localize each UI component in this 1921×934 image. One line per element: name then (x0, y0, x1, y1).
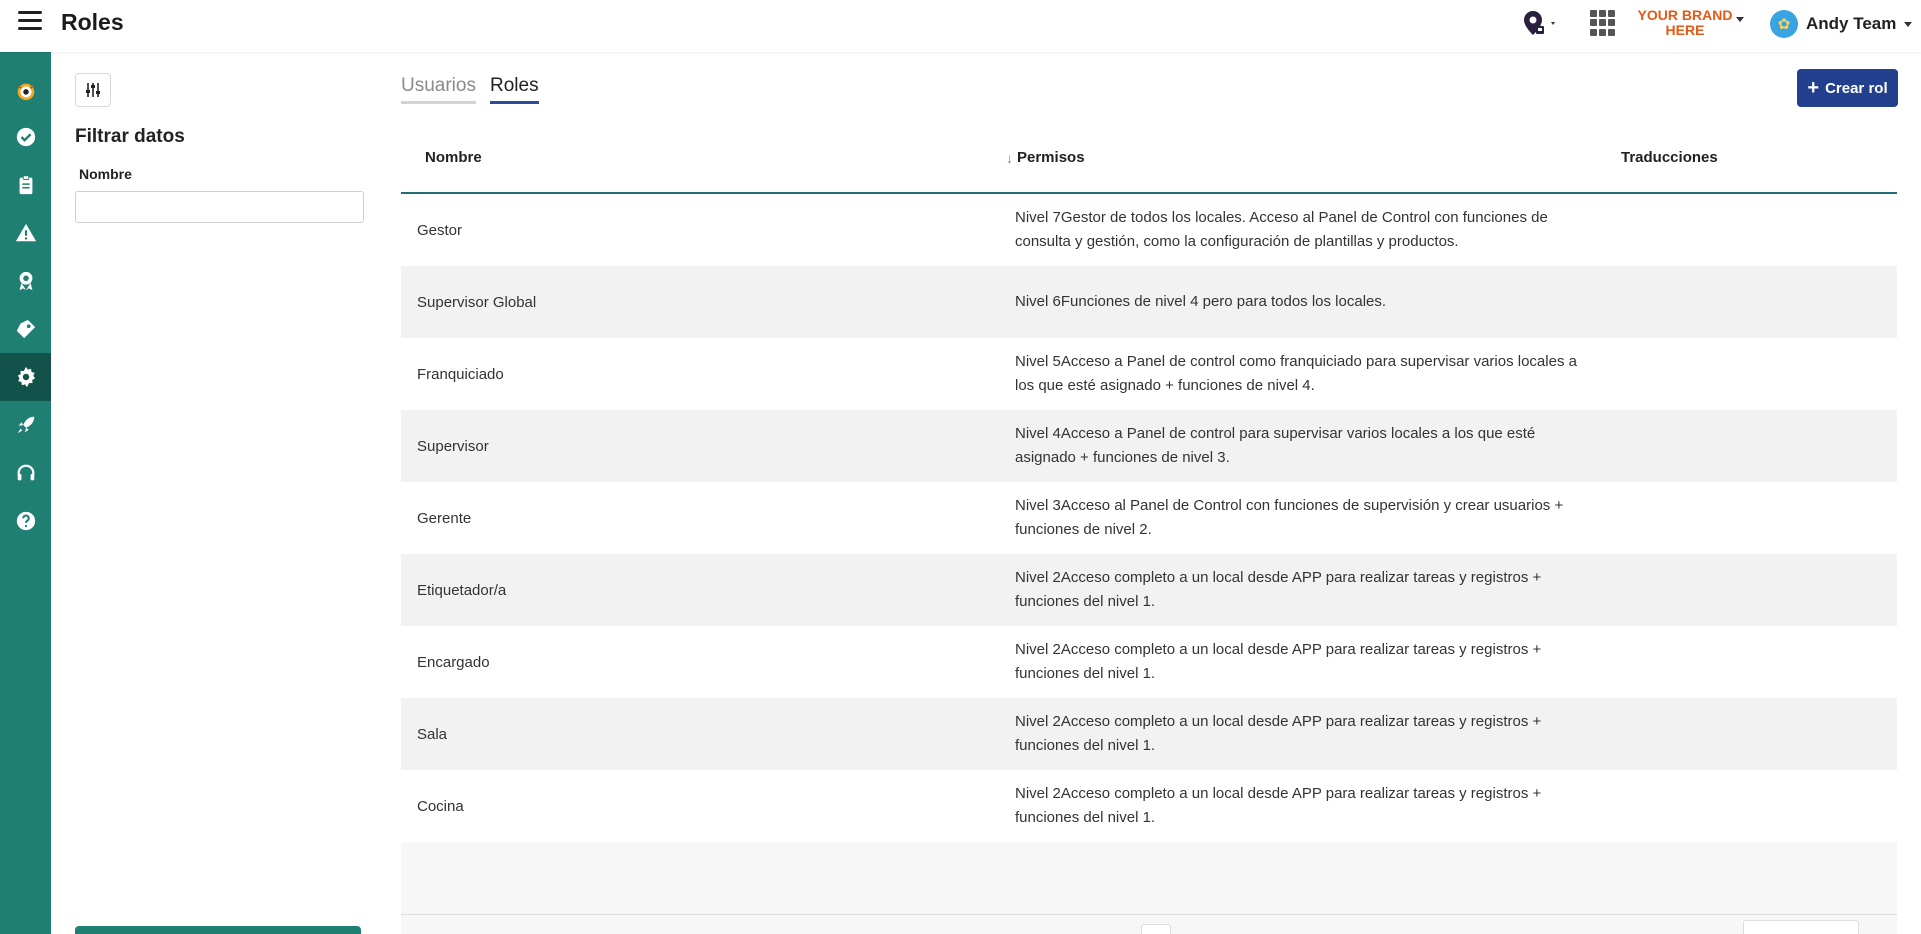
create-role-label: Crear rol (1825, 79, 1888, 97)
role-permissions-cell: Nivel 2Acceso completo a un local desde … (1015, 641, 1542, 682)
sidebar-item-launch[interactable] (0, 401, 51, 449)
sliders-icon (86, 83, 100, 97)
sidebar-item-labels[interactable] (0, 305, 51, 353)
warning-icon (15, 223, 36, 242)
role-permissions-cell: Nivel 5Acceso a Panel de control como fr… (1015, 353, 1577, 394)
create-role-button[interactable]: + Crear rol (1797, 69, 1898, 107)
table-row[interactable]: Gestor Nivel 7Gestor de todos los locale… (401, 194, 1897, 266)
tab-usuarios[interactable]: Usuarios (401, 75, 476, 104)
filter-apply-button[interactable] (75, 926, 361, 934)
location-key-icon[interactable] (1520, 8, 1560, 38)
brand-line-1: YOUR BRAND (1637, 7, 1733, 23)
check-circle-icon (16, 127, 35, 147)
page-size-select[interactable] (1743, 920, 1859, 934)
column-header-permisos[interactable]: ↓ Permisos (1006, 149, 1085, 166)
roles-table: Nombre ↓ Permisos Traducciones Gestor Ni… (401, 124, 1897, 934)
role-name-cell: Supervisor (417, 437, 489, 455)
table-row[interactable]: Supervisor Nivel 4Acceso a Panel de cont… (401, 410, 1897, 482)
role-permissions-cell: Nivel 6Funciones de nivel 4 pero para to… (1015, 293, 1387, 310)
table-row[interactable]: Gerente Nivel 3Acceso al Panel de Contro… (401, 482, 1897, 554)
table-row[interactable]: Encargado Nivel 2Acceso completo a un lo… (401, 626, 1897, 698)
owl-logo-icon (17, 83, 34, 101)
role-permissions-cell: Nivel 2Acceso completo a un local desde … (1015, 569, 1542, 610)
brand-line-2: HERE (1665, 22, 1705, 38)
sort-descending-icon: ↓ (1006, 149, 1013, 166)
role-permissions-cell: Nivel 4Acceso a Panel de control para su… (1015, 425, 1536, 466)
sidebar-item-incidents[interactable] (0, 209, 51, 257)
column-header-permisos-label: Permisos (1017, 149, 1085, 166)
role-name-cell: Encargado (417, 653, 490, 671)
tab-roles[interactable]: Roles (490, 75, 539, 104)
user-caret-down-icon (1904, 21, 1913, 27)
sidebar-item-records[interactable] (0, 161, 51, 209)
role-permissions-cell: Nivel 3Acceso al Panel de Control con fu… (1015, 497, 1564, 538)
help-icon (16, 511, 35, 531)
avatar: ✿ (1770, 10, 1798, 38)
role-permissions-cell: Nivel 7Gestor de todos los locales. Acce… (1015, 209, 1548, 250)
sidebar-item-tasks[interactable] (0, 113, 51, 161)
apps-grid-icon[interactable] (1590, 10, 1616, 36)
table-header: Nombre ↓ Permisos Traducciones (401, 124, 1897, 194)
column-header-traducciones[interactable]: Traducciones (1621, 149, 1718, 166)
sidebar-item-help[interactable] (0, 497, 51, 545)
filter-title: Filtrar datos (75, 126, 185, 147)
sidebar-item-awards[interactable] (0, 257, 51, 305)
role-permissions-cell: Nivel 2Acceso completo a un local desde … (1015, 785, 1542, 826)
table-row[interactable]: Etiquetador/a Nivel 2Acceso completo a u… (401, 554, 1897, 626)
rocket-icon (17, 416, 34, 434)
top-bar: Roles YOUR BRAND HERE ✿ Andy Team (0, 0, 1921, 52)
tag-icon (16, 319, 35, 339)
role-name-cell: Cocina (417, 797, 464, 815)
page-title: Roles (61, 9, 124, 35)
filter-toggle-button[interactable] (75, 73, 111, 107)
role-name-cell: Etiquetador/a (417, 581, 507, 599)
role-name-cell: Franquiciado (417, 365, 504, 383)
user-menu[interactable]: ✿ Andy Team (1770, 10, 1913, 38)
table-row[interactable]: Franquiciado Nivel 5Acceso a Panel de co… (401, 338, 1897, 410)
name-filter-label: Nombre (79, 166, 132, 182)
plus-icon: + (1807, 77, 1820, 99)
sidebar-item-settings[interactable] (0, 353, 51, 401)
sidebar (0, 52, 51, 934)
clipboard-icon (19, 175, 32, 195)
table-row[interactable]: Sala Nivel 2Acceso completo a un local d… (401, 698, 1897, 770)
name-filter-input[interactable] (75, 191, 364, 223)
headset-icon (17, 464, 34, 481)
gear-icon (17, 366, 35, 388)
user-name: Andy Team (1806, 14, 1897, 33)
brand-caret-down-icon[interactable] (1736, 17, 1744, 22)
table-footer-divider (401, 914, 1897, 915)
column-header-nombre[interactable]: Nombre (425, 149, 482, 166)
brand-logo[interactable]: YOUR BRAND HERE (1630, 8, 1740, 38)
table-row[interactable]: Supervisor Global Nivel 6Funciones de ni… (401, 266, 1897, 338)
pagination-control[interactable] (1141, 924, 1171, 934)
sidebar-item-support[interactable] (0, 449, 51, 497)
table-row[interactable]: Cocina Nivel 2Acceso completo a un local… (401, 770, 1897, 842)
award-icon (19, 271, 32, 291)
role-name-cell: Supervisor Global (417, 293, 537, 311)
hamburger-menu-icon[interactable] (18, 11, 44, 33)
role-permissions-cell: Nivel 2Acceso completo a un local desde … (1015, 713, 1542, 754)
role-name-cell: Gestor (417, 221, 463, 239)
sidebar-item-home[interactable] (0, 67, 51, 115)
role-name-cell: Gerente (417, 509, 472, 527)
role-name-cell: Sala (417, 725, 448, 743)
